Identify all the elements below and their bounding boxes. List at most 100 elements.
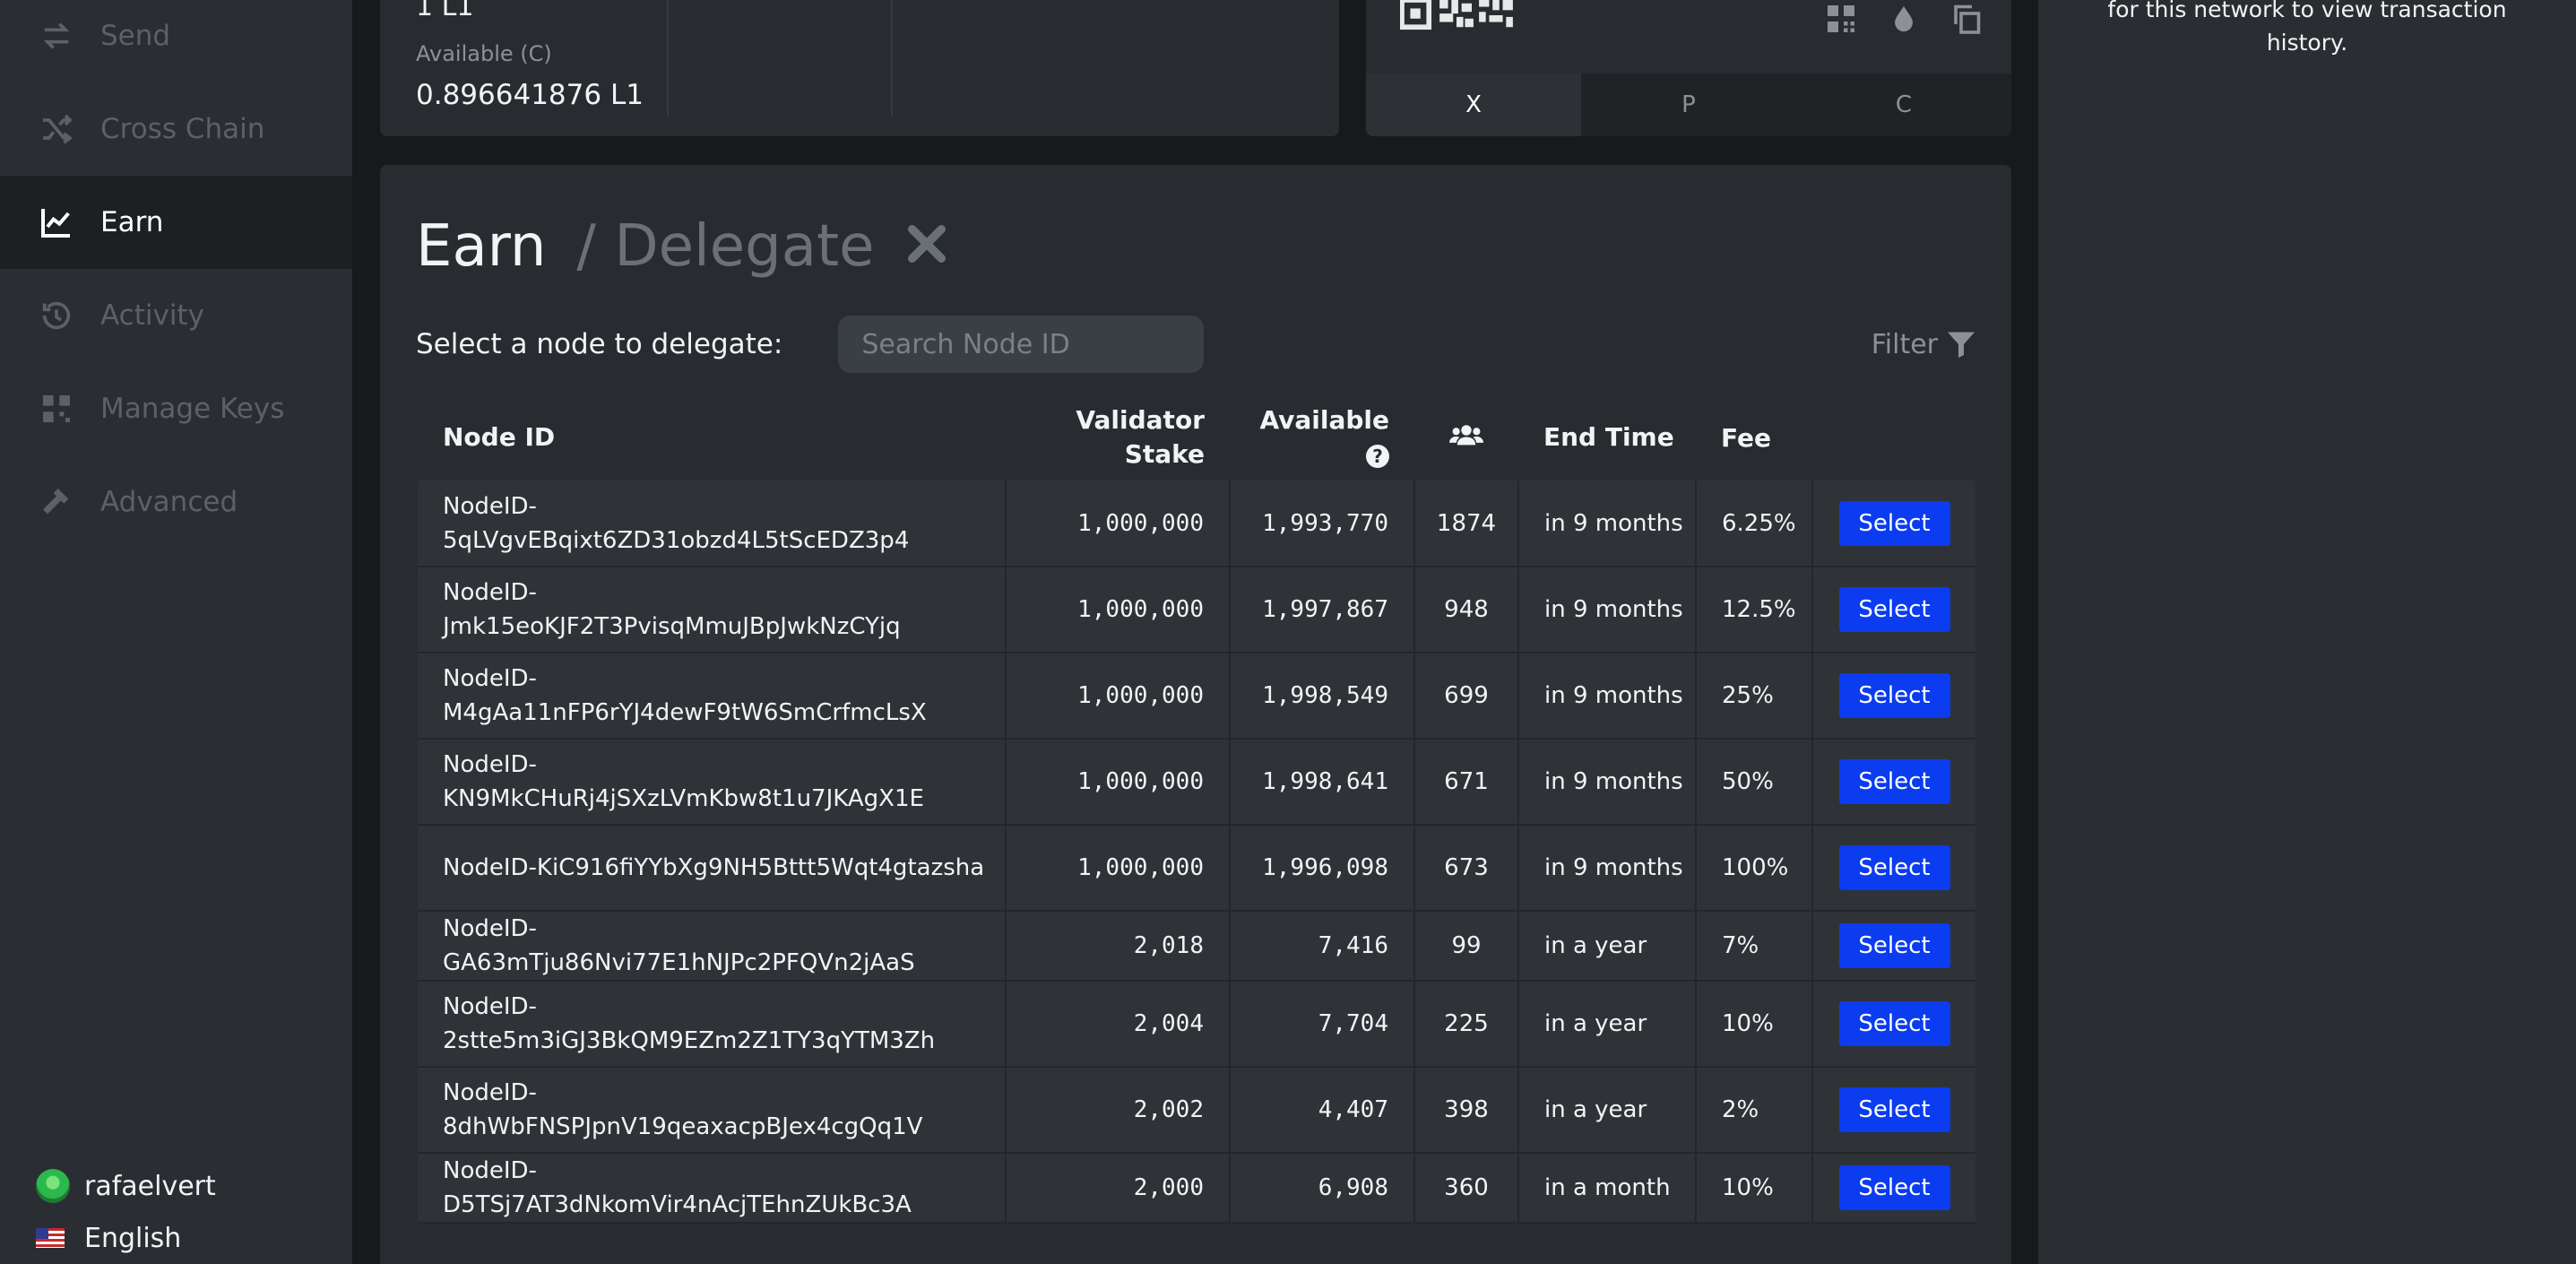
fee-cell: 2% xyxy=(1696,1067,1813,1154)
sidebar-item-advanced[interactable]: Advanced xyxy=(0,455,352,549)
wallet-app: Send Cross Chain Earn Activity Manage Ke… xyxy=(0,0,2576,1264)
close-icon[interactable] xyxy=(902,219,955,273)
table-row: NodeID-KN9MkCHuRj4jSXzLVmKbw8t1u7JKAgX1E… xyxy=(418,739,1975,826)
column-validator-stake[interactable]: Validator Stake xyxy=(1006,394,1230,480)
action-cell: Select xyxy=(1812,739,1975,826)
validator-table: Node ID Validator Stake Available ? End … xyxy=(418,394,1975,1224)
tab-x-chain[interactable]: X xyxy=(1366,74,1581,136)
action-cell: Select xyxy=(1812,981,1975,1068)
action-cell: Select xyxy=(1812,911,1975,982)
balance-card: 1 L1 Available (C) 0.896641876 L1 xyxy=(380,0,1339,136)
tab-p-chain[interactable]: P xyxy=(1581,74,1796,136)
column-fee[interactable]: Fee xyxy=(1696,394,1812,480)
validator-stake-cell: 2,002 xyxy=(1006,1067,1231,1154)
node-id-cell: NodeID-KN9MkCHuRj4jSXzLVmKbw8t1u7JKAgX1E xyxy=(418,739,1007,826)
select-node-label: Select a node to delegate: xyxy=(416,328,783,360)
transaction-history-panel: for this network to view transaction his… xyxy=(2038,0,2576,1264)
select-node-button[interactable]: Select xyxy=(1838,923,1950,968)
sidebar-item-label: Cross Chain xyxy=(100,113,265,145)
chain-tabs: X P C xyxy=(1366,74,2011,136)
select-node-button[interactable]: Select xyxy=(1838,759,1950,804)
table-row: NodeID-Jmk15eoKJF2T3PvisqMmuJBpJwkNzCYjq… xyxy=(418,567,1975,654)
select-node-button[interactable]: Select xyxy=(1838,1001,1950,1046)
select-node-button[interactable]: Select xyxy=(1838,500,1950,546)
node-id-cell: NodeID-KiC916fiYYbXg9NH5Bttt5Wqt4gtazsha xyxy=(418,825,1007,912)
table-row: NodeID-D5TSj7AT3dNkomVir4nAcjTEhnZUkBc3A… xyxy=(418,1153,1975,1224)
faucet-drop-icon[interactable] xyxy=(1886,0,1922,38)
qr-keys-icon xyxy=(38,390,75,428)
action-cell: Select xyxy=(1812,1153,1975,1224)
end-time-cell: in 9 months xyxy=(1518,825,1697,912)
validator-stake-cell: 1,000,000 xyxy=(1006,825,1231,912)
table-header-row: Node ID Validator Stake Available ? End … xyxy=(418,394,1975,480)
sidebar-item-send[interactable]: Send xyxy=(0,0,352,82)
search-node-input[interactable] xyxy=(838,316,1205,373)
table-row: NodeID-KiC916fiYYbXg9NH5Bttt5Wqt4gtazsha… xyxy=(418,825,1975,912)
balance-value: 1 L1 xyxy=(416,0,474,22)
history-note: for this network to view transaction his… xyxy=(2107,0,2507,56)
page-title: Earn / Delegate xyxy=(416,213,874,280)
available-cell: 6,908 xyxy=(1230,1153,1415,1224)
sidebar-item-earn[interactable]: Earn xyxy=(0,176,352,269)
sidebar-item-label: Send xyxy=(100,20,171,52)
sidebar-item-cross-chain[interactable]: Cross Chain xyxy=(0,82,352,176)
copy-icon[interactable] xyxy=(1949,0,1984,38)
select-node-button[interactable]: Select xyxy=(1838,1087,1950,1132)
validator-stake-cell: 2,004 xyxy=(1006,981,1231,1068)
delegators-cell: 1874 xyxy=(1414,480,1519,567)
delegators-cell: 225 xyxy=(1414,981,1519,1068)
available-c-label: Available (C) xyxy=(416,41,552,66)
node-id-cell: NodeID-M4gAa11nFP6rYJ4dewF9tW6SmCrfmcLsX xyxy=(418,653,1007,740)
help-icon[interactable]: ? xyxy=(1366,445,1389,468)
language-label: English xyxy=(84,1222,182,1254)
available-cell: 1,993,770 xyxy=(1230,480,1415,567)
validator-stake-cell: 1,000,000 xyxy=(1006,480,1231,567)
tab-c-chain[interactable]: C xyxy=(1796,74,2011,136)
node-id-cell: NodeID-D5TSj7AT3dNkomVir4nAcjTEhnZUkBc3A xyxy=(418,1153,1007,1224)
validator-stake-cell: 1,000,000 xyxy=(1006,567,1231,654)
fee-cell: 10% xyxy=(1696,1153,1813,1224)
balance-column: 1 L1 Available (C) 0.896641876 L1 xyxy=(380,0,669,117)
end-time-cell: in a year xyxy=(1518,981,1697,1068)
end-time-cell: in 9 months xyxy=(1518,653,1697,740)
validator-stake-cell: 2,000 xyxy=(1006,1153,1231,1224)
node-id-cell: NodeID-8dhWbFNSPJpnV19qeaxacpBJex4cgQq1V xyxy=(418,1067,1007,1154)
swap-arrows-icon xyxy=(38,17,75,55)
sidebar-item-manage-keys[interactable]: Manage Keys xyxy=(0,362,352,455)
earn-title: Earn xyxy=(416,213,547,280)
select-node-button[interactable]: Select xyxy=(1838,1165,1950,1210)
sidebar-footer: rafaelvert English xyxy=(36,1160,216,1264)
action-cell: Select xyxy=(1812,567,1975,654)
select-node-button[interactable]: Select xyxy=(1838,587,1950,632)
sidebar-item-label: Activity xyxy=(100,299,204,332)
users-icon xyxy=(1449,424,1483,445)
delegators-cell: 99 xyxy=(1414,911,1519,982)
validator-stake-cell: 1,000,000 xyxy=(1006,653,1231,740)
sidebar-item-activity[interactable]: Activity xyxy=(0,269,352,362)
qr-code-icon[interactable] xyxy=(1823,0,1859,38)
fee-cell: 25% xyxy=(1696,653,1813,740)
sidebar: Send Cross Chain Earn Activity Manage Ke… xyxy=(0,0,352,1264)
available-cell: 1,998,549 xyxy=(1230,653,1415,740)
fee-cell: 12.5% xyxy=(1696,567,1813,654)
column-end-time[interactable]: End Time xyxy=(1518,394,1696,480)
select-node-button[interactable]: Select xyxy=(1838,845,1950,890)
column-available[interactable]: Available ? xyxy=(1230,394,1414,480)
available-c-value: 0.896641876 L1 xyxy=(416,79,644,111)
account-button[interactable]: rafaelvert xyxy=(36,1160,216,1212)
earn-panel: Earn / Delegate Select a node to delegat… xyxy=(380,165,2011,1264)
end-time-cell: in 9 months xyxy=(1518,739,1697,826)
delegate-toolbar: Select a node to delegate: Filter xyxy=(416,316,1977,373)
end-time-cell: in a year xyxy=(1518,1067,1697,1154)
delegators-cell: 699 xyxy=(1414,653,1519,740)
select-node-button[interactable]: Select xyxy=(1838,673,1950,718)
language-selector[interactable]: English xyxy=(36,1212,216,1264)
available-cell: 7,704 xyxy=(1230,981,1415,1068)
column-node-id[interactable]: Node ID xyxy=(418,394,1006,480)
node-id-cell: NodeID-GA63mTju86Nvi77E1hNJPc2PFQVn2jAaS xyxy=(418,911,1007,982)
delegators-cell: 948 xyxy=(1414,567,1519,654)
column-delegators[interactable] xyxy=(1414,394,1518,480)
column-action xyxy=(1812,394,1975,480)
chart-line-icon xyxy=(38,203,75,241)
filter-button[interactable]: Filter xyxy=(1871,328,1977,360)
